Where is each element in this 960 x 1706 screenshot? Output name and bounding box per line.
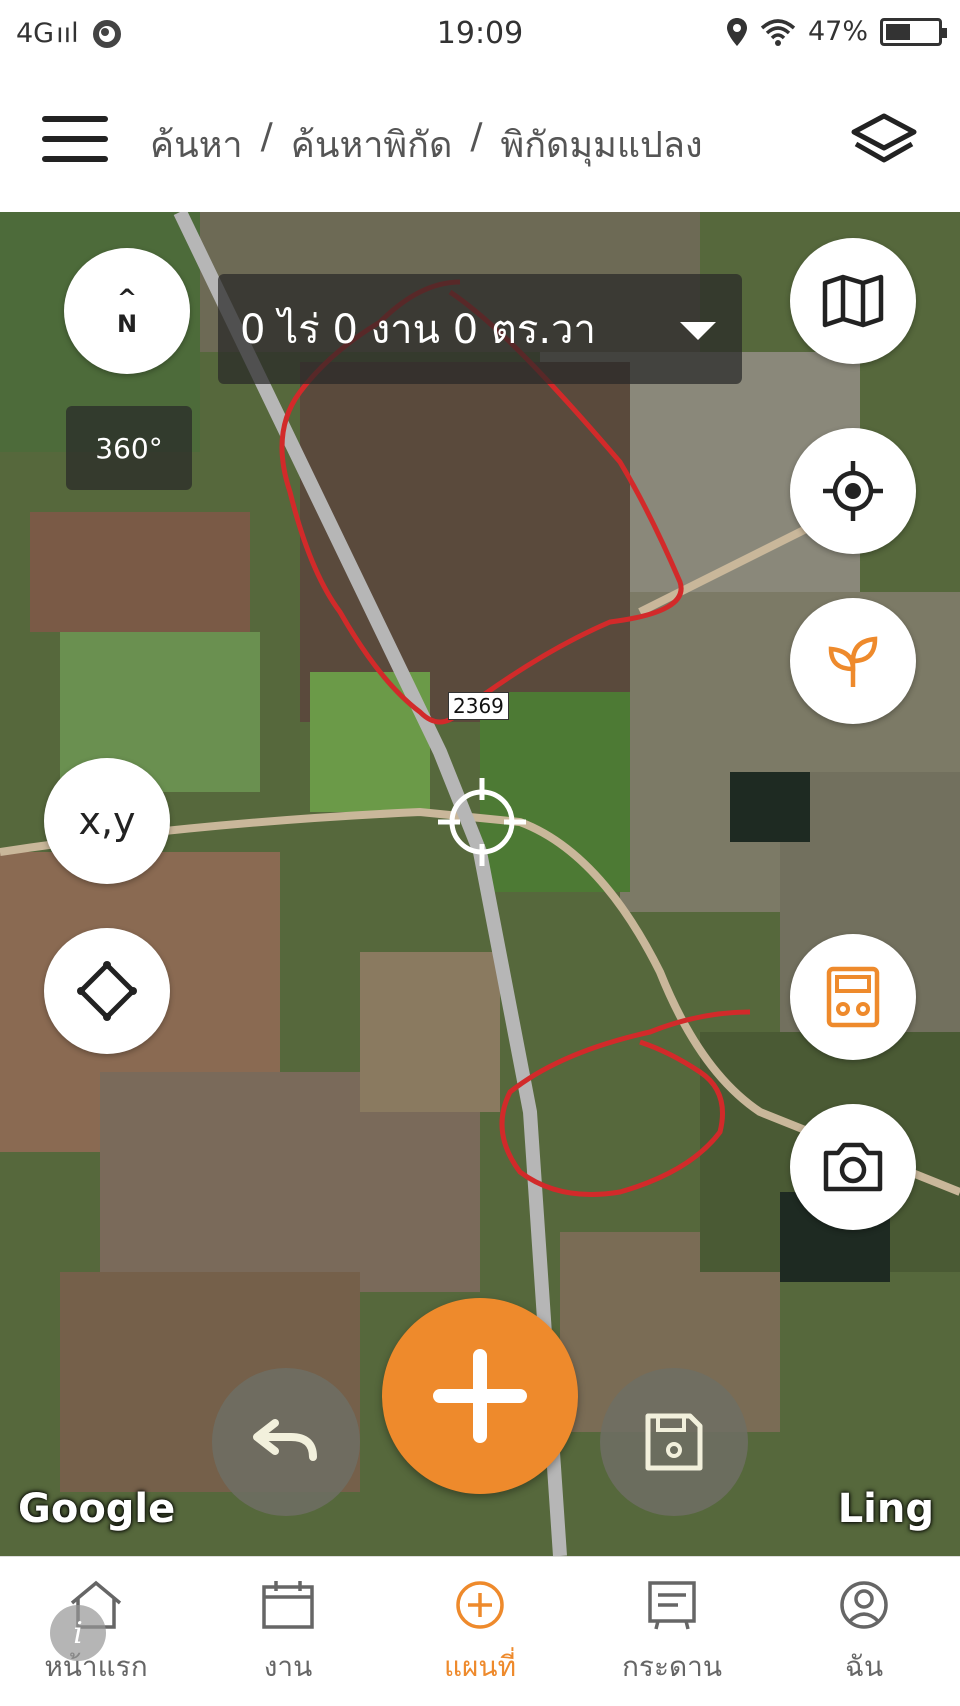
menu-icon[interactable] — [42, 116, 108, 164]
info-icon[interactable]: i — [50, 1605, 106, 1661]
location-pin-icon — [726, 17, 747, 46]
app-header: ค้นหา / ค้นหาพิกัด / พิกัดมุมแปลง — [0, 70, 960, 212]
plant-sprout-icon — [828, 636, 878, 687]
board-icon — [648, 1581, 696, 1630]
soil-meter-icon — [826, 966, 880, 1028]
locate-me-button[interactable] — [790, 428, 916, 554]
ling-logo: Ling — [837, 1486, 934, 1532]
nav-item-map[interactable]: แผนที่ — [384, 1557, 576, 1706]
soil-meter-button[interactable] — [790, 934, 916, 1060]
add-point-button[interactable] — [382, 1298, 578, 1494]
polygon-button[interactable] — [44, 928, 170, 1054]
camera-button[interactable] — [790, 1104, 916, 1230]
camera-icon — [823, 1142, 883, 1192]
crosshair-icon — [438, 778, 526, 866]
plus-icon — [433, 1349, 527, 1443]
road-label: 2369 — [448, 692, 509, 720]
nav-label-board: กระดาน — [621, 1650, 723, 1683]
chevron-down-icon — [680, 322, 716, 340]
nav-label-map: แผนที่ — [443, 1650, 517, 1683]
area-readout-dropdown[interactable]: 0 ไร่ 0 งาน 0 ตร.วา — [218, 274, 742, 384]
nav-item-profile[interactable]: ฉัน — [768, 1557, 960, 1706]
view-360-button[interactable]: 360° — [66, 406, 192, 490]
add-circle-icon — [456, 1581, 504, 1629]
breadcrumb: ค้นหา / ค้นหาพิกัด / พิกัดมุมแปลง — [150, 116, 703, 173]
compass-arrow: ^ — [116, 284, 138, 312]
breadcrumb-item-search[interactable]: ค้นหา — [150, 116, 243, 173]
xy-coordinate-button[interactable]: x,y — [44, 758, 170, 884]
nav-item-tasks[interactable]: งาน — [192, 1557, 384, 1706]
status-right: 47% — [726, 16, 947, 47]
nav-label-tasks: งาน — [263, 1650, 313, 1683]
google-logo: Google — [18, 1486, 176, 1532]
save-button[interactable] — [600, 1368, 748, 1516]
breadcrumb-separator: / — [470, 116, 483, 157]
compass-icon: ^ N — [117, 285, 137, 337]
nav-label-profile: ฉัน — [844, 1650, 884, 1683]
map-view[interactable]: 2369 0 ไร่ 0 งาน 0 ตร.วา ^ N 360° x,y Go… — [0, 212, 960, 1556]
area-readout-value: 0 ไร่ 0 งาน 0 ตร.วา — [240, 307, 596, 353]
breadcrumb-item-search-coordinates[interactable]: ค้นหาพิกัด — [291, 116, 453, 173]
compass-north-label: N — [116, 310, 138, 338]
diamond-polygon-icon — [77, 961, 137, 1021]
nav-item-board[interactable]: กระดาน — [576, 1557, 768, 1706]
plant-button[interactable] — [790, 598, 916, 724]
xy-label: x,y — [78, 799, 136, 843]
nav-item-home[interactable]: หน้าแรก i — [0, 1557, 192, 1706]
undo-button[interactable] — [212, 1368, 360, 1516]
breadcrumb-separator: / — [260, 116, 273, 157]
undo-icon — [253, 1419, 317, 1461]
compass-button[interactable]: ^ N — [64, 248, 190, 374]
layers-icon[interactable] — [848, 110, 920, 170]
profile-icon — [840, 1581, 888, 1629]
calendar-icon — [262, 1581, 314, 1629]
breadcrumb-item-plot-corners: พิกัดมุมแปลง — [500, 125, 703, 166]
battery-icon — [880, 17, 947, 46]
bottom-navigation: หน้าแรก i งาน แผนที่ กระดาน ฉัน — [0, 1556, 960, 1706]
battery-fill — [886, 23, 910, 40]
map-icon — [822, 274, 884, 328]
save-floppy-icon — [645, 1413, 703, 1471]
locate-target-icon — [823, 461, 883, 521]
status-bar: 4G ııl 19:09 47% — [0, 0, 960, 70]
map-type-button[interactable] — [790, 238, 916, 364]
wifi-icon — [760, 18, 796, 46]
battery-percent: 47% — [807, 16, 868, 47]
